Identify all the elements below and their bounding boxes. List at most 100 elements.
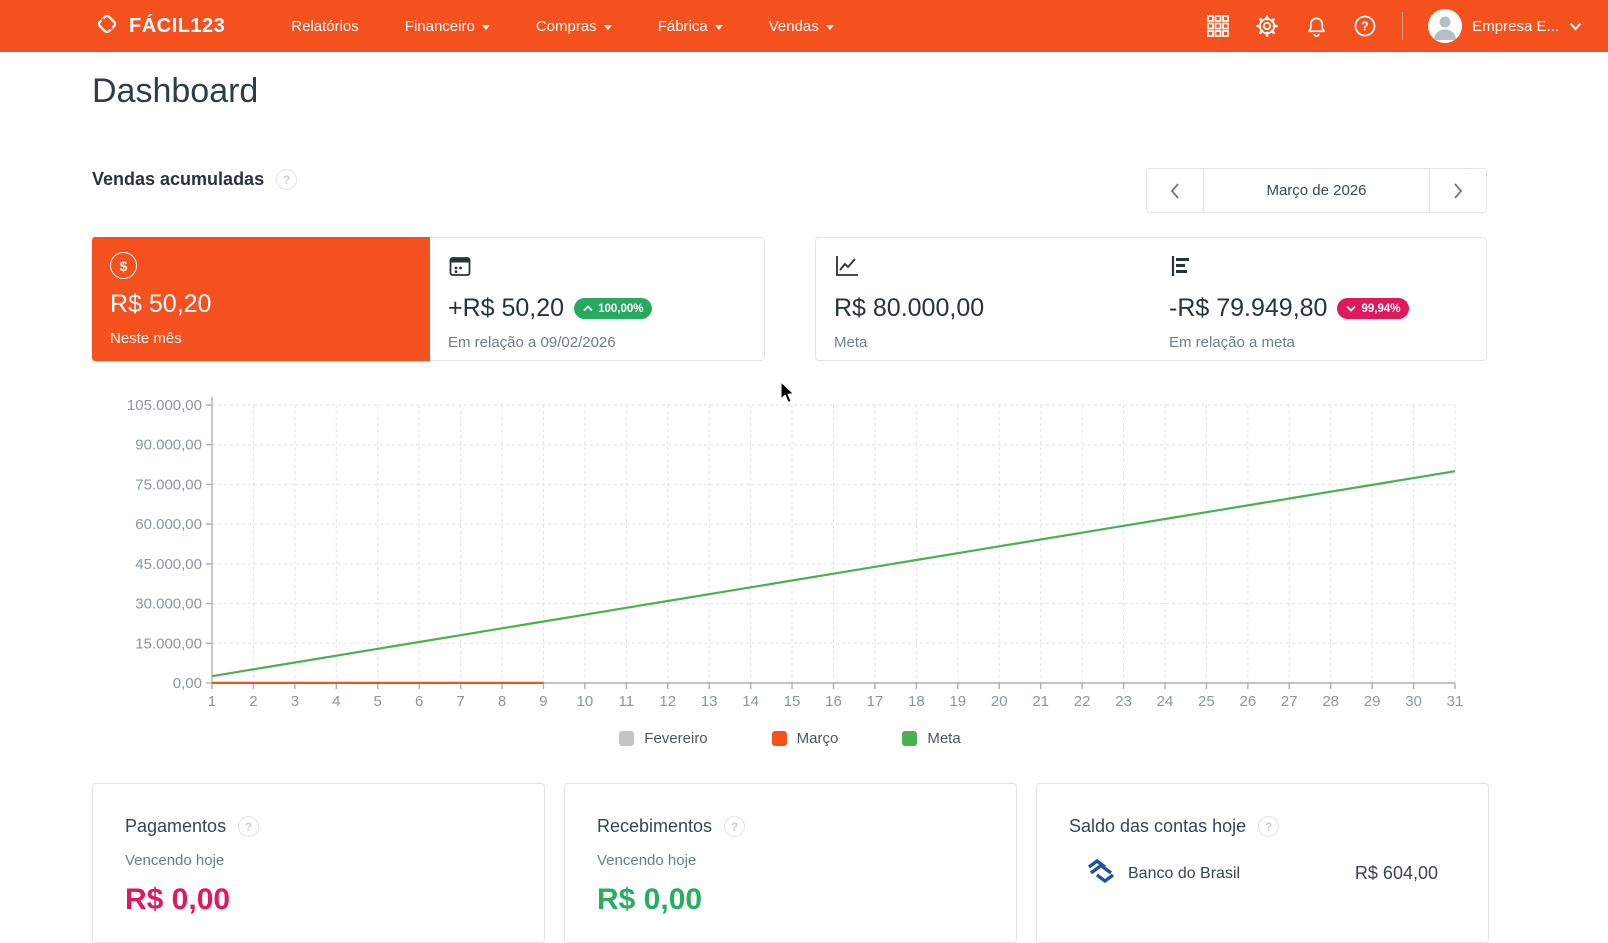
svg-text:90.000,00: 90.000,00 [135,437,202,454]
dollar-circle-icon: $ [110,252,137,279]
menu-item-financeiro[interactable]: Financeiro [405,18,490,35]
recebimentos-subtitle: Vencendo hoje [597,852,697,869]
sales-chart-canvas[interactable]: 0,00 15.000,00 30.000,00 45.000,00 60.000,00… [92,390,1488,712]
legend-item-meta[interactable]: Meta [902,730,961,747]
svg-text:24: 24 [1157,693,1174,710]
svg-text:14: 14 [742,693,759,710]
menu-item-fabrica[interactable]: Fábrica [658,18,723,35]
settings-gear-icon[interactable] [1255,14,1279,38]
facil123-diamond-icon [94,11,120,42]
menu-item-compras[interactable]: Compras [536,18,612,35]
help-circle-icon[interactable]: ? [1353,14,1377,38]
section-title: Vendas acumuladas [92,169,265,189]
current-month-value: R$ 50,20 [110,290,212,318]
vs-meta-badge: 99,94% [1337,298,1410,319]
sales-chart: 0,00 15.000,00 30.000,00 45.000,00 60.000,00… [92,390,1488,747]
account-row[interactable]: Banco do Brasil R$ 604,00 [1069,858,1456,888]
svg-text:75.000,00: 75.000,00 [135,476,202,493]
svg-text:16: 16 [825,693,842,710]
banco-do-brasil-icon [1087,858,1115,888]
comparison-badge: 100,00% [574,298,653,319]
recebimentos-title: Recebimentos [597,816,713,836]
menu-item-vendas[interactable]: Vendas [769,18,834,35]
svg-text:0,00: 0,00 [173,675,202,692]
svg-text:21: 21 [1032,693,1049,710]
legend-swatch [902,731,918,746]
help-icon[interactable]: ? [276,169,298,190]
recebimentos-value: R$ 0,00 [597,883,703,916]
legend-item-fevereiro[interactable]: Fevereiro [619,730,708,747]
saldo-title: Saldo das contas hoje [1069,816,1247,836]
brand-logo[interactable]: FÁCIL123 [94,11,225,42]
svg-text:15.000,00: 15.000,00 [135,635,202,652]
page-title: Dashboard [92,72,259,110]
svg-text:11: 11 [619,693,635,710]
top-navbar: FÁCIL123 Relatórios Financeiro Compras F… [0,0,1608,52]
notifications-bell-icon[interactable] [1304,14,1328,38]
svg-text:20: 20 [991,693,1008,710]
line-chart-icon [834,256,860,282]
vs-meta-label: Em relação a meta [1169,334,1295,351]
svg-text:15: 15 [784,693,801,710]
help-icon[interactable]: ? [238,816,260,837]
comparison-label: Em relação a 09/02/2026 [448,334,616,351]
svg-text:23: 23 [1115,693,1132,710]
saldo-card: Saldo das contas hoje ? Banco do Brasil … [1036,783,1489,943]
menu-item-relatorios[interactable]: Relatórios [291,18,359,35]
svg-text:31: 31 [1447,693,1464,710]
meta-kpi-card: R$ 80.000,00 Meta -R$ 79.949,80 99,94% E… [815,237,1487,361]
svg-text:12: 12 [659,693,676,710]
period-label[interactable]: Março de 2026 [1203,169,1430,212]
svg-text:19: 19 [949,693,966,710]
legend-swatch [771,731,787,746]
svg-text:18: 18 [908,693,925,710]
pagamentos-subtitle: Vencendo hoje [125,852,225,869]
svg-text:45.000,00: 45.000,00 [135,556,202,573]
user-name: Empresa E... [1472,17,1559,35]
apps-grid-icon[interactable] [1206,14,1230,38]
svg-text:30: 30 [1405,693,1422,710]
comparison-kpi: +R$ 50,20 100,00% Em relação a 09/02/202… [430,238,764,360]
svg-text:4: 4 [332,693,340,710]
svg-text:8: 8 [498,693,506,710]
legend-swatch [619,731,635,746]
svg-text:105.000,00: 105.000,00 [127,397,202,414]
svg-text:6: 6 [415,693,423,710]
previous-month-button[interactable] [1147,169,1203,212]
pagamentos-value: R$ 0,00 [125,883,231,916]
meta-value: R$ 80.000,00 [834,294,985,322]
calendar-icon [448,257,472,282]
vs-meta-kpi: -R$ 79.949,80 99,94% Em relação a meta [1151,238,1486,360]
svg-text:60.000,00: 60.000,00 [135,516,202,533]
sales-kpi-card: $ R$ 50,20 Neste mês +R$ 50,20 100,00% E… [92,237,765,361]
svg-text:3: 3 [291,693,299,710]
account-value: R$ 604,00 [1354,863,1438,883]
svg-text:9: 9 [539,693,547,710]
current-month-kpi: $ R$ 50,20 Neste mês [92,237,430,361]
main-menu: Relatórios Financeiro Compras Fábrica Ve… [291,18,834,35]
svg-text:25: 25 [1198,693,1215,710]
pagamentos-card: Pagamentos ? Vencendo hoje R$ 0,00 [92,783,545,943]
svg-text:17: 17 [867,693,884,710]
meta-kpi: R$ 80.000,00 Meta [816,238,1151,360]
caret-down-icon [481,24,490,30]
current-month-label: Neste mês [110,330,182,347]
svg-text:22: 22 [1074,693,1091,710]
svg-text:?: ? [1361,20,1369,34]
meta-label: Meta [834,334,868,351]
help-icon[interactable]: ? [724,816,746,837]
brand-name: FÁCIL123 [129,14,226,37]
next-month-button[interactable] [1430,169,1486,212]
svg-text:7: 7 [456,693,464,710]
svg-text:13: 13 [701,693,718,710]
account-name: Banco do Brasil [1128,864,1241,882]
pagamentos-title: Pagamentos [125,816,227,836]
caret-down-icon [603,24,612,30]
user-menu[interactable]: Empresa E... [1428,9,1582,43]
help-icon[interactable]: ? [1258,816,1280,837]
svg-text:5: 5 [374,693,382,710]
svg-text:1: 1 [208,693,216,710]
legend-item-março[interactable]: Março [771,730,838,747]
svg-text:30.000,00: 30.000,00 [135,596,202,613]
comparison-value: +R$ 50,20 [448,294,565,322]
